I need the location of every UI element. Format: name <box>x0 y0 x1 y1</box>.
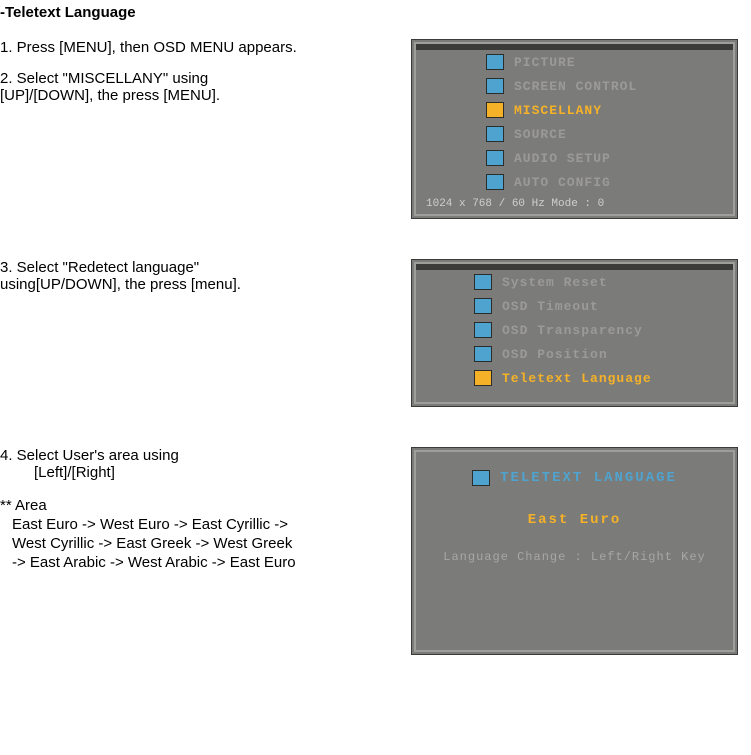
menu-item-icon <box>486 102 504 118</box>
osd-menu-item[interactable]: AUTO CONFIG <box>416 170 733 194</box>
menu-item-icon <box>486 126 504 142</box>
osd-menu-item[interactable]: OSD Position <box>416 342 733 366</box>
menu-item-label: SCREEN CONTROL <box>514 79 637 94</box>
osd-menu-teletext: TELETEXT LANGUAGE East Euro Language Cha… <box>411 447 738 655</box>
osd-menu-item[interactable]: OSD Timeout <box>416 294 733 318</box>
step-2-line-2: [UP]/[DOWN], the press [MENU]. <box>0 87 405 104</box>
menu-item-icon <box>474 274 492 290</box>
osd-menu-item[interactable]: SCREEN CONTROL <box>416 74 733 98</box>
menu-item-icon <box>486 54 504 70</box>
menu-item-label: AUTO CONFIG <box>514 175 611 190</box>
menu-item-icon <box>486 174 504 190</box>
osd-menu-item[interactable]: AUDIO SETUP <box>416 146 733 170</box>
osd-menu-main: PICTURE SCREEN CONTROL MISCELLANY SOURCE AUD… <box>411 39 738 219</box>
step-1: 1. Press [MENU], then OSD MENU appears. <box>0 39 405 56</box>
step-2-line-1: 2. Select "MISCELLANY" using <box>0 70 405 87</box>
step-4-line-2: [Left]/[Right] <box>0 464 405 481</box>
menu-item-label: SOURCE <box>514 127 567 142</box>
menu-item-icon <box>474 322 492 338</box>
menu-item-label: PICTURE <box>514 55 576 70</box>
step-3-line-2: using[UP/DOWN], the press [menu]. <box>0 276 405 293</box>
area-line-2: West Cyrillic -> East Greek -> West Gree… <box>0 535 405 552</box>
tv-icon <box>472 470 490 486</box>
osd-teletext-title: TELETEXT LANGUAGE <box>416 470 733 486</box>
osd-menu-item[interactable]: SOURCE <box>416 122 733 146</box>
osd-menu-item[interactable]: System Reset <box>416 270 733 294</box>
step-4-line-1: 4. Select User's area using <box>0 447 405 464</box>
menu-item-label: OSD Transparency <box>502 323 643 338</box>
osd-menu-item[interactable]: OSD Transparency <box>416 318 733 342</box>
page-title: -Teletext Language <box>0 4 751 21</box>
menu-item-label: OSD Timeout <box>502 299 599 314</box>
menu-item-icon <box>474 298 492 314</box>
osd-teletext-hint: Language Change : Left/Right Key <box>416 550 733 564</box>
osd-menu-item[interactable]: PICTURE <box>416 50 733 74</box>
menu-item-label: MISCELLANY <box>514 103 602 118</box>
menu-item-label: OSD Position <box>502 347 608 362</box>
osd-menu-item[interactable]: MISCELLANY <box>416 98 733 122</box>
instructions-block-2: 3. Select "Redetect language" using[UP/D… <box>0 259 411 307</box>
menu-item-label: AUDIO SETUP <box>514 151 611 166</box>
menu-item-label: System Reset <box>502 275 608 290</box>
osd-menu-item[interactable]: Teletext Language <box>416 366 733 390</box>
menu-item-icon <box>474 370 492 386</box>
area-heading: ** Area <box>0 497 405 514</box>
osd-menu-miscellany: System Reset OSD Timeout OSD Transparency O… <box>411 259 738 407</box>
instructions-block-1: 1. Press [MENU], then OSD MENU appears. … <box>0 39 411 118</box>
area-line-1: East Euro -> West Euro -> East Cyrillic … <box>0 516 405 533</box>
menu-item-icon <box>486 150 504 166</box>
menu-item-icon <box>486 78 504 94</box>
step-3-line-1: 3. Select "Redetect language" <box>0 259 405 276</box>
menu-item-icon <box>474 346 492 362</box>
area-line-3: -> East Arabic -> West Arabic -> East Eu… <box>0 554 405 571</box>
instructions-block-3: 4. Select User's area using [Left]/[Righ… <box>0 447 411 571</box>
osd-footer: 1024 x 768 / 60 Hz Mode : 0 <box>416 194 733 214</box>
osd-teletext-value: East Euro <box>416 512 733 528</box>
menu-item-label: Teletext Language <box>502 371 652 386</box>
